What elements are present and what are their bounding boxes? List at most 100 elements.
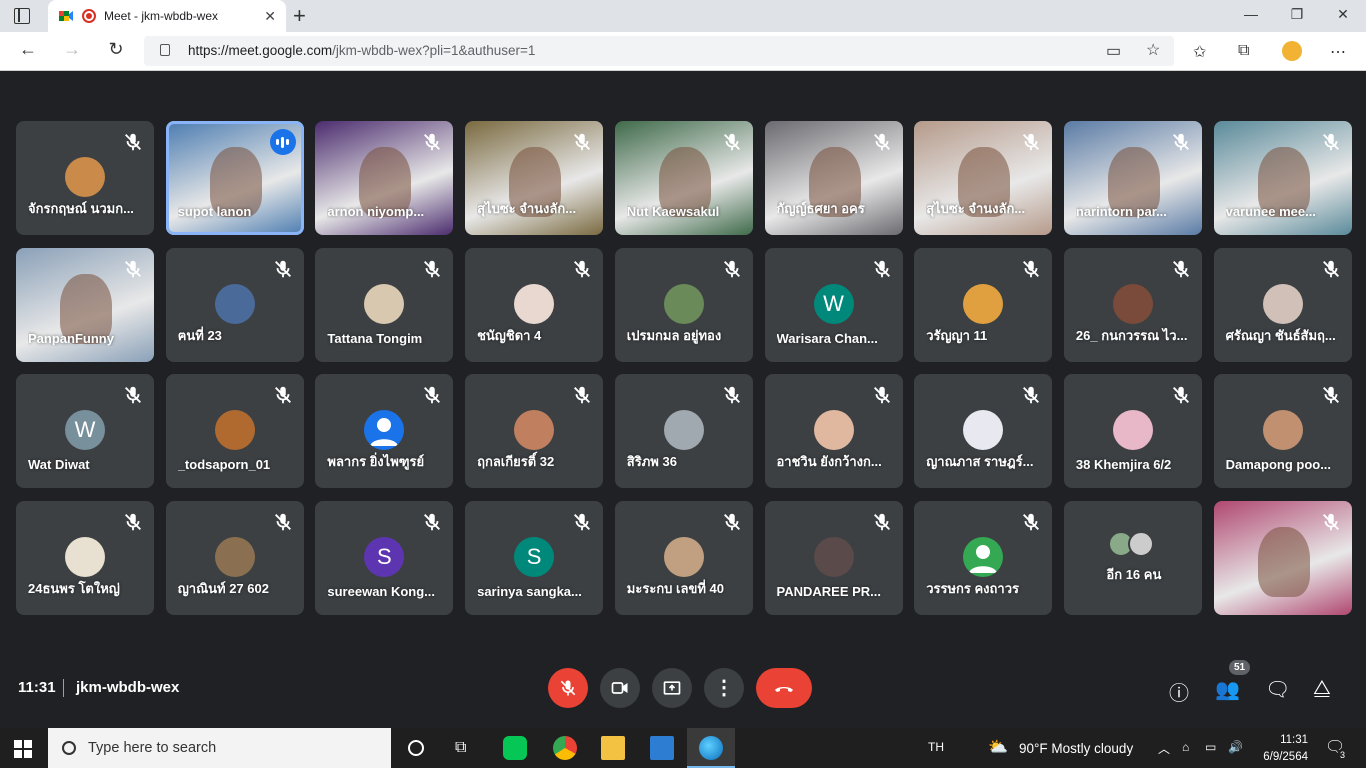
participant-tile[interactable]: สุไบซะ จำนงลัก... — [914, 121, 1053, 235]
participant-avatar — [663, 537, 704, 578]
collections-icon[interactable]: ⧉ — [1238, 42, 1249, 60]
chat-icon[interactable]: 🗨 — [1265, 677, 1290, 702]
participant-tile[interactable]: 38 Khemjira 6/2 — [1063, 374, 1202, 489]
show-hidden-icons-icon[interactable]: ︿ — [1158, 740, 1170, 757]
lock-icon — [160, 44, 170, 56]
activities-icon[interactable]: ⧋ — [1313, 677, 1331, 700]
new-tab-icon[interactable]: + — [293, 3, 306, 29]
cortana-icon[interactable] — [408, 740, 424, 756]
participant-tile[interactable]: เปรมกมล อยู่ทอง — [614, 247, 753, 362]
participant-name: พลากร ยิ่งไพฑูรย์ — [327, 454, 425, 470]
tab-title: Meet - jkm-wbdb-wex — [104, 9, 219, 23]
participant-tile[interactable]: ฅนที่ 23 — [165, 247, 304, 362]
participant-avatar: S — [514, 537, 555, 578]
close-tab-icon[interactable]: ✕ — [264, 8, 276, 25]
participant-tile[interactable]: Tattana Tongim — [315, 247, 454, 362]
battery-icon[interactable]: ▭ — [1205, 740, 1216, 754]
participant-avatar — [963, 537, 1004, 578]
file-explorer-icon[interactable] — [601, 736, 625, 760]
participant-tile[interactable]: varunee mee... — [1213, 121, 1352, 235]
add-favorite-icon[interactable]: ☆ — [1146, 40, 1160, 60]
participant-tile[interactable]: ญาณภาส ราษฎร์... — [914, 374, 1053, 489]
profile-avatar[interactable] — [1282, 41, 1302, 61]
muted-mic-icon — [1320, 131, 1342, 153]
minimize-icon[interactable]: — — [1228, 6, 1274, 22]
muted-mic-icon — [871, 384, 893, 406]
back-icon[interactable]: ← — [13, 39, 43, 60]
participant-tile[interactable]: ฤกลเกียรติ์ 32 — [465, 374, 604, 489]
participant-tile[interactable]: กัญญ์ธศยา อคร — [764, 121, 903, 235]
camera-button[interactable] — [600, 668, 640, 708]
participant-tile[interactable]: วรรษกร คงถาวร — [914, 501, 1053, 616]
participant-tile[interactable]: มะระกบ เลขที่ 40 — [614, 501, 753, 616]
participant-tile[interactable]: W Wat Diwat — [16, 374, 154, 489]
participant-tile[interactable]: narintorn par... — [1063, 121, 1202, 235]
chrome-icon[interactable] — [553, 736, 577, 760]
participant-tile[interactable]: supot lanon — [165, 121, 304, 235]
participant-tile[interactable]: arnon niyomp... — [315, 121, 454, 235]
favorites-icon[interactable]: ✩ — [1193, 42, 1206, 62]
participant-tile[interactable]: ญาณินท์ 27 602 — [165, 501, 304, 616]
participant-tile[interactable]: สุไบซะ จำนงลัก... — [465, 121, 604, 235]
participant-tile[interactable]: วรัญญา 11 — [914, 247, 1053, 362]
edge-taskbar-item[interactable] — [687, 728, 735, 768]
present-screen-button[interactable] — [652, 668, 692, 708]
tab-meet[interactable]: Meet - jkm-wbdb-wex ✕ — [48, 0, 286, 32]
taskbar-time: 11:31 — [1280, 734, 1308, 746]
participant-tile[interactable]: สิริภพ 36 — [614, 374, 753, 489]
participant-tile[interactable]: PANDAREE PR... — [764, 501, 903, 616]
participant-name: varunee mee... — [1225, 204, 1316, 219]
muted-mic-icon — [1020, 258, 1042, 280]
participant-tile[interactable]: อาชวิน ยังกว้างก... — [764, 374, 903, 489]
line-app-icon[interactable] — [503, 736, 527, 760]
participant-name: ศรัณญา ชันธ์สัมฤ... — [1225, 327, 1336, 343]
muted-mic-icon — [272, 384, 294, 406]
taskbar-clock[interactable]: 11:31 6/9/2564 — [1252, 732, 1308, 766]
more-options-button[interactable]: ⋮ — [704, 668, 744, 708]
close-window-icon[interactable]: ✕ — [1320, 6, 1366, 23]
leave-call-button[interactable] — [756, 668, 812, 708]
muted-mic-icon — [1020, 511, 1042, 533]
forward-icon[interactable]: → — [57, 39, 87, 60]
participant-avatar — [214, 410, 255, 451]
language-indicator[interactable]: TH — [928, 740, 944, 754]
participant-tile[interactable]: พลากร ยิ่งไพฑูรย์ — [315, 374, 454, 489]
search-placeholder: Type here to search — [88, 740, 217, 756]
participant-tile[interactable]: Ssureewan Kong... — [315, 501, 454, 616]
settings-more-icon[interactable]: ⋯ — [1330, 42, 1346, 62]
taskbar-search[interactable]: Type here to search — [48, 728, 391, 768]
reload-icon[interactable]: ↻ — [101, 39, 131, 60]
participant-name: สุไบซะ จำนงลัก... — [926, 201, 1026, 216]
participant-tile[interactable]: ชนัญชิดา 4 — [465, 247, 604, 362]
participant-tile[interactable]: 26_ กนกวรรณ ไว... — [1063, 247, 1202, 362]
people-icon[interactable]: 👥 — [1215, 677, 1240, 702]
restore-icon[interactable]: ❐ — [1274, 6, 1320, 23]
start-button[interactable] — [14, 740, 32, 758]
participant-tile[interactable]: W Warisara Chan... — [764, 247, 903, 362]
url-field[interactable]: https://meet.google.com/jkm-wbdb-wex?pli… — [144, 36, 1174, 66]
participant-tile[interactable]: 24ธนพร โตใหญ่ — [16, 501, 154, 616]
participant-tile[interactable]: Ssarinya sangka... — [465, 501, 604, 616]
participant-name: สุไบซะ จำนงลัก... — [477, 201, 577, 216]
self-view-tile[interactable] — [1213, 501, 1352, 616]
muted-mic-icon — [1170, 131, 1192, 153]
participant-tile[interactable]: PanpanFunny — [16, 247, 154, 362]
microphone-off-button[interactable] — [548, 668, 588, 708]
weather-text[interactable]: 90°F Mostly cloudy — [1019, 741, 1133, 756]
photos-icon[interactable] — [650, 736, 674, 760]
participant-tile[interactable]: Damapong poo... — [1213, 374, 1352, 489]
tab-actions-icon[interactable] — [14, 8, 30, 24]
participant-tile[interactable]: Nut Kaewsakul — [614, 121, 753, 235]
divider — [63, 679, 64, 697]
muted-mic-icon — [421, 511, 443, 533]
task-view-icon[interactable]: ⧉ — [455, 739, 466, 757]
participant-tile[interactable]: ศรัณญา ชันธ์สัมฤ... — [1213, 247, 1352, 362]
camera-in-use-icon[interactable]: ▭ — [1106, 41, 1121, 61]
network-icon[interactable]: ⌂ — [1182, 740, 1189, 754]
participant-tile[interactable]: จักรกฤษณ์ นวมก... — [16, 121, 154, 235]
meeting-details-icon[interactable]: ⓘ — [1169, 677, 1189, 706]
volume-icon[interactable]: 🔊 — [1228, 740, 1243, 754]
participant-avatar — [963, 283, 1004, 324]
more-participants-tile[interactable]: อีก 16 คน — [1063, 501, 1202, 616]
participant-tile[interactable]: _todsaporn_01 — [165, 374, 304, 489]
